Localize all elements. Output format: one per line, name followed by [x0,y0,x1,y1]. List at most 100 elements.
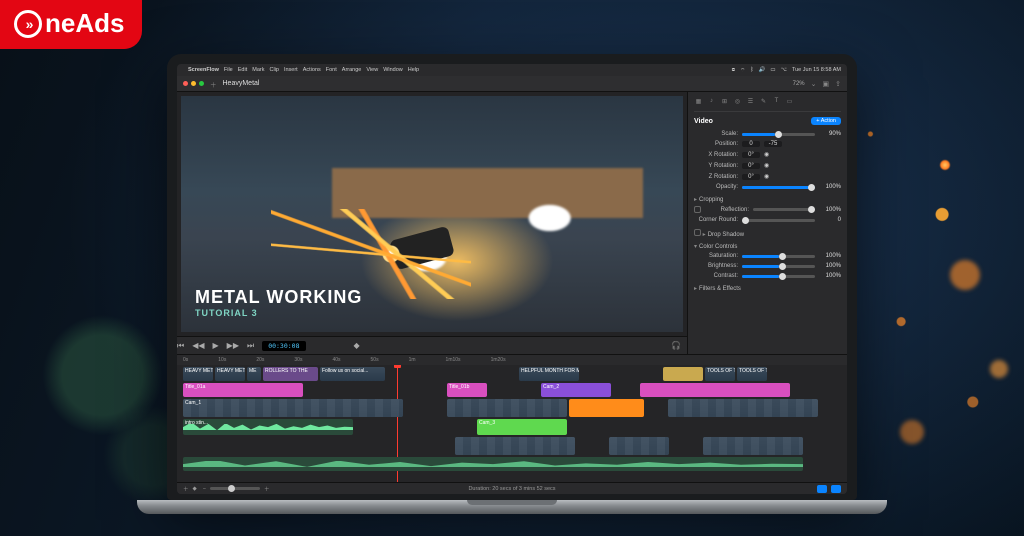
brightness-slider[interactable] [742,265,815,268]
tab-annotations-icon[interactable]: ✎ [759,98,768,107]
minimize-button[interactable] [191,81,196,86]
clip-cam1-c[interactable] [668,399,818,417]
window-traffic-lights[interactable] [183,81,204,86]
clip-heavy-2[interactable]: HEAVY METAL [215,367,245,381]
corner-value[interactable]: 0 [819,217,841,223]
clip-follow[interactable]: Follow us on social... [320,367,385,381]
track-view-button-2[interactable] [831,485,841,493]
tab-callout-icon[interactable]: ◎ [733,98,742,107]
menubar-clock[interactable]: Tue Jun 15 8:58 AM [792,67,841,73]
rotate-dial-icon[interactable]: ◉ [764,173,769,180]
tab-media-icon[interactable]: ▭ [785,98,794,107]
menubar-appname[interactable]: ScreenFlow [188,67,219,73]
rewind-button[interactable]: ◀◀ [192,341,204,350]
add-action-button[interactable]: + Action [811,117,841,125]
menu-arrange[interactable]: Arrange [342,67,362,73]
reflection-value[interactable]: 100% [819,207,841,213]
contrast-slider[interactable] [742,275,815,278]
tab-text-icon[interactable]: T [772,98,781,107]
track-view-button-1[interactable] [817,485,827,493]
rotate-dial-icon[interactable]: ◉ [764,151,769,158]
chevron-down-icon[interactable]: ⌄ [811,80,817,88]
dropbox-icon[interactable]: ⧈ [732,67,736,74]
menu-clip[interactable]: Clip [269,67,278,73]
add-marker-button[interactable]: ＋ [183,485,189,493]
clip-me[interactable]: ME [247,367,261,381]
volume-icon[interactable]: 🔊 [759,67,766,73]
chapter-button[interactable]: ◆ [193,486,197,492]
opacity-value[interactable]: 100% [819,184,841,190]
zoom-out-button[interactable]: − [203,486,206,492]
yrot-input[interactable]: 0° [742,163,760,169]
clip-cam2-purple[interactable]: Cam_2 [541,383,611,397]
fastfwd-button[interactable]: ▶▶ [227,341,239,350]
clip-annot[interactable] [663,367,703,381]
saturation-slider[interactable] [742,255,815,258]
tab-audio-icon[interactable]: ♪ [707,98,716,107]
menu-view[interactable]: View [366,67,378,73]
section-colorcontrols[interactable]: ▾Color Controls [694,243,841,250]
tab-screen-icon[interactable]: ⊞ [720,98,729,107]
menu-help[interactable]: Help [408,67,419,73]
preview-canvas[interactable]: METAL WORKING TUTORIAL 3 [181,96,683,332]
menu-font[interactable]: Font [326,67,337,73]
zoom-in-button[interactable]: ＋ [264,485,270,493]
clip-cam3-green[interactable]: Cam_3 [477,419,567,435]
skip-back-button[interactable]: ⏮ [177,341,184,351]
play-button[interactable]: ▶ [213,341,219,350]
rotate-dial-icon[interactable]: ◉ [764,162,769,169]
section-dropshadow[interactable]: ▸Drop Shadow [694,229,841,238]
zoom-slider[interactable] [210,487,260,490]
tab-video-icon[interactable]: ▦ [694,98,703,107]
clip-cam1-b[interactable] [447,399,567,417]
crop-icon[interactable]: ▣ [823,80,830,88]
saturation-value[interactable]: 100% [819,253,841,259]
position-y-input[interactable]: -75 [764,141,782,147]
timeline-tracks[interactable]: HEAVY METAL HEAVY METAL ME ROLLERS TO TH… [177,365,847,482]
dropshadow-checkbox[interactable] [694,229,701,236]
menu-file[interactable]: File [224,67,233,73]
clip-orange[interactable] [569,399,644,417]
clip-tools-1[interactable]: TOOLS OF THE [705,367,735,381]
menu-window[interactable]: Window [383,67,403,73]
opacity-slider[interactable] [742,186,815,189]
scale-value[interactable]: 90% [819,131,841,137]
corner-slider[interactable] [742,219,815,222]
brightness-value[interactable]: 100% [819,263,841,269]
clip-rollers[interactable]: ROLLERS TO THE [263,367,318,381]
share-icon[interactable]: ⇪ [835,80,841,88]
bluetooth-icon[interactable]: ᛒ [750,67,753,73]
section-filters[interactable]: ▸Filters & Effects [694,285,841,292]
scale-slider[interactable] [742,133,815,136]
position-x-input[interactable]: 0 [742,141,760,147]
contrast-value[interactable]: 100% [819,273,841,279]
clip-helpful[interactable]: HELPFUL MONTH FOR MONT... [519,367,579,381]
clip-pink-long[interactable] [640,383,790,397]
canvas-zoom-value[interactable]: 72% [793,81,805,87]
xrot-input[interactable]: 0° [742,152,760,158]
clip-music-bed[interactable] [183,457,803,471]
marker-button[interactable]: ◆ [354,341,360,350]
clip-cam-bottom-2[interactable] [609,437,669,455]
clip-cam-bottom-1[interactable] [455,437,575,455]
battery-icon[interactable]: ▭ [770,67,775,73]
menu-mark[interactable]: Mark [252,67,264,73]
add-tab-button[interactable]: ＋ [210,79,217,89]
tab-touch-icon[interactable]: ☰ [746,98,755,107]
menu-insert[interactable]: Insert [284,67,298,73]
clip-cam1[interactable]: Cam_1 [183,399,403,417]
zrot-input[interactable]: 0° [742,174,760,180]
section-cropping[interactable]: ▸Cropping [694,196,841,203]
clip-heavy-1[interactable]: HEAVY METAL [183,367,213,381]
reflection-slider[interactable] [753,208,815,211]
close-button[interactable] [183,81,188,86]
menu-edit[interactable]: Edit [238,67,247,73]
clip-title01a[interactable]: Title_01a [183,383,303,397]
audio-monitor-icon[interactable]: 🎧 [671,341,681,350]
zoom-button[interactable] [199,81,204,86]
clip-cam-bottom-3[interactable] [703,437,803,455]
clip-intro-audio[interactable]: intro stin... [183,419,353,435]
skip-fwd-button[interactable]: ⏭ [247,341,254,351]
clip-tools-2[interactable]: TOOLS OF THE [737,367,767,381]
control-center-icon[interactable]: ⌥ [781,67,787,73]
